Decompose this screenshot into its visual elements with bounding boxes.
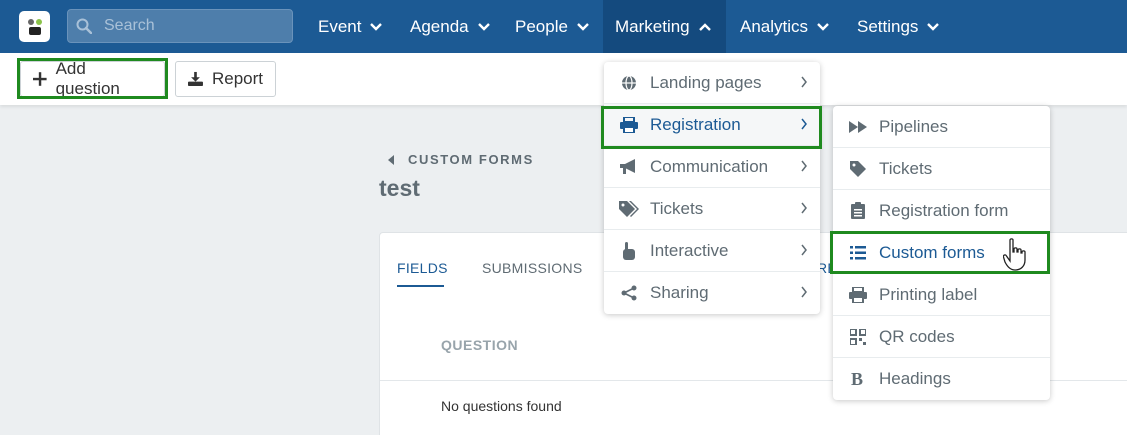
hand-cursor-icon (1003, 238, 1026, 271)
menu-item-interactive[interactable]: Interactive (604, 230, 820, 272)
chevron-right-icon (801, 202, 807, 214)
search-icon (76, 18, 92, 34)
download-icon (188, 71, 203, 87)
nav-event-label: Event (318, 16, 362, 36)
nav-people[interactable]: People (503, 0, 602, 53)
menu-item-registration[interactable]: Registration (604, 104, 820, 146)
submenu-item-tickets[interactable]: Tickets (833, 148, 1050, 190)
list-icon (847, 245, 869, 260)
menu-item-label: Communication (650, 156, 769, 176)
chevron-down-icon (927, 22, 940, 31)
marketing-menu: Landing pages Registration Communication… (604, 62, 820, 314)
menu-item-label: Sharing (650, 283, 709, 302)
menu-item-landing-pages[interactable]: Landing pages (604, 62, 820, 104)
nav-settings-label: Settings (857, 16, 919, 36)
submenu-item-pipelines[interactable]: Pipelines (833, 106, 1050, 148)
submenu-item-headings[interactable]: B Headings (833, 358, 1050, 400)
back-caret-icon (388, 154, 394, 165)
menu-item-communication[interactable]: Communication (604, 146, 820, 188)
menu-item-label: Tickets (650, 198, 704, 218)
breadcrumb-label: CUSTOM FORMS (408, 152, 534, 167)
printer-icon (847, 286, 869, 303)
printer-icon (618, 116, 640, 133)
menu-item-sharing[interactable]: Sharing (604, 272, 820, 314)
report-label: Report (211, 69, 263, 88)
submenu-item-label: Printing label (879, 284, 978, 304)
tags-icon (618, 200, 640, 217)
chevron-right-icon (801, 76, 807, 88)
app-logo[interactable] (19, 11, 50, 42)
megaphone-icon (618, 158, 640, 175)
submenu-item-printing-label[interactable]: Printing label (833, 274, 1050, 316)
nav-settings[interactable]: Settings (845, 0, 952, 53)
menu-item-label: Registration (650, 114, 741, 134)
tab-fields[interactable]: FIELDS (397, 260, 448, 276)
submenu-item-label: Registration form (879, 200, 1009, 220)
search-box[interactable] (67, 9, 293, 43)
logo-icon (27, 18, 42, 35)
fast-forward-icon (847, 120, 869, 133)
bold-icon: B (847, 371, 869, 387)
column-header-question[interactable]: QUESTION (441, 337, 518, 353)
page-toolbar: Add question Report (0, 53, 1127, 105)
qrcode-icon (847, 328, 869, 345)
chevron-right-icon (801, 244, 807, 256)
report-button[interactable]: Report (175, 61, 276, 97)
plus-icon (33, 72, 47, 86)
submenu-item-label: Headings (879, 369, 951, 388)
chevron-right-icon (801, 286, 807, 298)
clipboard-icon (847, 202, 869, 219)
submenu-item-label: Pipelines (879, 116, 948, 136)
tab-submissions[interactable]: SUBMISSIONS (482, 260, 583, 276)
globe-icon (618, 74, 640, 91)
menu-item-label: Interactive (650, 240, 729, 260)
hand-pointer-icon (618, 241, 640, 260)
share-icon (618, 285, 640, 301)
submenu-item-registration-form[interactable]: Registration form (833, 190, 1050, 232)
tag-icon (847, 160, 869, 177)
svg-text:B: B (851, 371, 863, 387)
nav-people-label: People (515, 16, 568, 36)
chevron-down-icon (577, 22, 589, 31)
submenu-item-qr-codes[interactable]: QR codes (833, 316, 1050, 358)
add-question-label: Add question (55, 59, 120, 98)
chevron-down-icon (817, 22, 829, 31)
chevron-down-icon (477, 22, 490, 31)
nav-event[interactable]: Event (306, 0, 395, 53)
submenu-item-label: Tickets (879, 158, 933, 178)
top-navigation-bar: Event Agenda People Marketing Analytics … (0, 0, 1127, 53)
menu-item-label: Landing pages (650, 72, 762, 92)
page-title: test (379, 175, 420, 201)
search-input[interactable] (104, 17, 284, 35)
nav-agenda-label: Agenda (410, 16, 469, 36)
nav-agenda[interactable]: Agenda (398, 0, 503, 53)
submenu-item-label: Custom forms (879, 242, 985, 262)
breadcrumb[interactable]: CUSTOM FORMS (388, 152, 534, 167)
submenu-item-label: QR codes (879, 326, 955, 346)
chevron-right-icon (801, 118, 807, 130)
menu-item-tickets[interactable]: Tickets (604, 188, 820, 230)
nav-marketing[interactable]: Marketing (603, 0, 726, 53)
nav-analytics-label: Analytics (740, 16, 809, 36)
chevron-up-icon (698, 22, 711, 31)
empty-state-text: No questions found (441, 398, 562, 414)
nav-analytics[interactable]: Analytics (728, 0, 842, 53)
active-tab-indicator (397, 285, 444, 287)
chevron-down-icon (370, 22, 383, 31)
add-question-button[interactable]: Add question (20, 59, 165, 98)
nav-marketing-label: Marketing (615, 16, 690, 36)
chevron-right-icon (801, 160, 807, 172)
